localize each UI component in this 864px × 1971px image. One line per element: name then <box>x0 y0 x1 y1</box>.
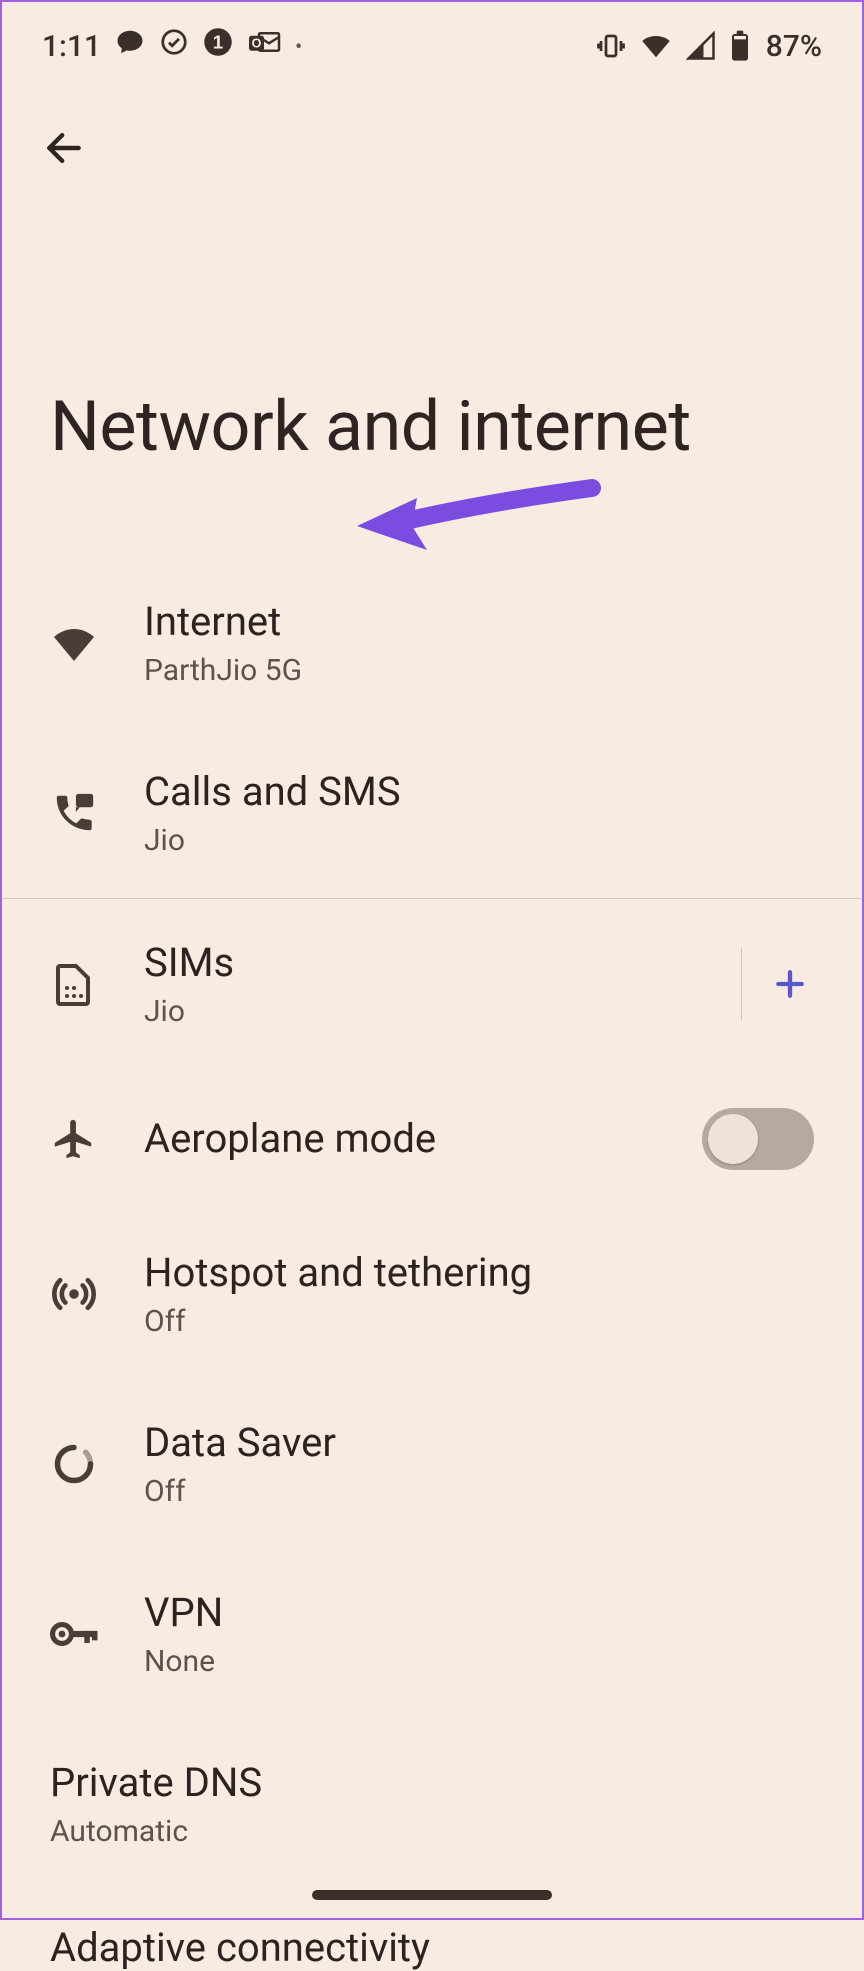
settings-item-private-dns[interactable]: Private DNS Automatic <box>2 1719 862 1889</box>
settings-list: Internet ParthJio 5G Calls and SMS Jio S… <box>2 558 862 1971</box>
item-subtitle: Jio <box>144 823 814 858</box>
status-bar-left: 1:11 1 O • <box>42 27 302 65</box>
arrow-left-icon <box>42 126 86 170</box>
item-title: Calls and SMS <box>144 769 814 815</box>
item-subtitle: None <box>144 1644 814 1679</box>
item-subtitle: Off <box>144 1474 814 1509</box>
item-subtitle: Automatic <box>50 1814 814 1849</box>
sim-card-icon <box>50 960 98 1008</box>
item-title: Hotspot and tethering <box>144 1250 814 1296</box>
back-button[interactable] <box>36 120 92 176</box>
outlook-icon: O <box>247 27 281 65</box>
svg-text:O: O <box>252 37 262 51</box>
item-title: Adaptive connectivity <box>50 1925 814 1971</box>
item-subtitle: Jio <box>144 994 695 1029</box>
cloud-check-icon <box>159 27 189 65</box>
wifi-icon <box>640 31 672 61</box>
item-title: Private DNS <box>50 1760 814 1806</box>
settings-item-adaptive[interactable]: Adaptive connectivity <box>2 1889 862 1971</box>
cellular-signal-icon <box>686 31 716 61</box>
status-bar: 1:11 1 O • 87% <box>2 2 862 72</box>
battery-icon <box>730 30 750 62</box>
page-title: Network and internet <box>2 176 862 558</box>
chat-bubble-icon <box>115 27 145 65</box>
item-subtitle: Off <box>144 1304 814 1339</box>
more-notifications-dot-icon: • <box>295 36 302 56</box>
navigation-handle[interactable] <box>312 1890 552 1900</box>
add-sim-button[interactable] <box>766 960 814 1008</box>
phone-sms-icon <box>50 790 98 836</box>
item-title: Internet <box>144 599 814 645</box>
battery-percent: 87% <box>766 29 822 64</box>
wifi-icon <box>50 619 98 667</box>
vertical-separator <box>741 948 742 1020</box>
settings-item-hotspot[interactable]: Hotspot and tethering Off <box>2 1209 862 1379</box>
item-title: Aeroplane mode <box>144 1116 656 1162</box>
hotspot-icon <box>50 1271 98 1317</box>
vibrate-icon <box>596 31 626 61</box>
status-time: 1:11 <box>42 29 101 64</box>
notification-badge-1-icon: 1 <box>203 27 233 65</box>
settings-item-internet[interactable]: Internet ParthJio 5G <box>2 558 862 728</box>
vpn-key-icon <box>50 1616 98 1652</box>
item-title: Data Saver <box>144 1420 814 1466</box>
settings-item-aeroplane[interactable]: Aeroplane mode <box>2 1069 862 1209</box>
settings-item-sims[interactable]: SIMs Jio <box>2 899 862 1069</box>
airplane-icon <box>50 1116 98 1162</box>
settings-item-datasaver[interactable]: Data Saver Off <box>2 1379 862 1549</box>
item-subtitle: ParthJio 5G <box>144 653 814 688</box>
data-saver-icon <box>50 1442 98 1486</box>
svg-text:1: 1 <box>213 31 223 52</box>
item-title: VPN <box>144 1590 814 1636</box>
status-bar-right: 87% <box>596 29 822 64</box>
item-title: SIMs <box>144 940 695 986</box>
settings-item-calls-sms[interactable]: Calls and SMS Jio <box>2 728 862 898</box>
plus-icon <box>770 964 810 1004</box>
settings-item-vpn[interactable]: VPN None <box>2 1549 862 1719</box>
toggle-knob <box>708 1114 758 1164</box>
aeroplane-toggle[interactable] <box>702 1108 814 1170</box>
